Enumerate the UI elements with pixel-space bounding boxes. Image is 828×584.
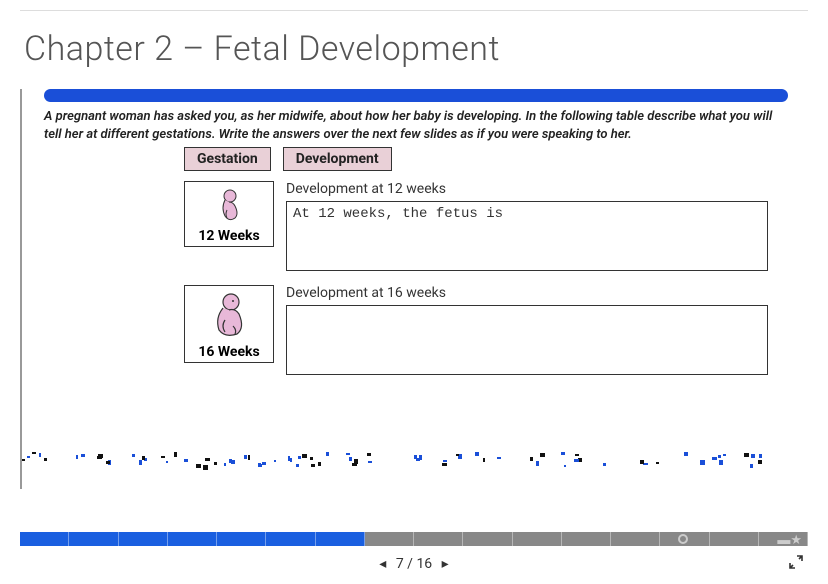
gestation-row: 12 Weeks Development at 12 weeks bbox=[184, 181, 808, 275]
development-column: Development at 16 weeks bbox=[286, 285, 768, 379]
progress-star-icon: ▬★ bbox=[777, 532, 802, 548]
development-title: Development at 16 weeks bbox=[286, 285, 768, 301]
chapter-title: Chapter 2 – Fetal Development bbox=[24, 29, 828, 69]
header-development: Development bbox=[283, 147, 392, 171]
slide-accent-bar bbox=[44, 89, 788, 102]
progress-segment[interactable] bbox=[119, 532, 168, 546]
progress-segment[interactable] bbox=[217, 532, 266, 546]
slide-pager: ◂ 7 / 16 ▸ bbox=[0, 556, 828, 572]
slide-container: A pregnant woman has asked you, as her m… bbox=[20, 89, 808, 489]
progress-segment[interactable] bbox=[562, 532, 611, 546]
gestation-box-12w: 12 Weeks bbox=[184, 181, 274, 247]
progress-segment[interactable] bbox=[611, 532, 660, 546]
instructions-text: A pregnant woman has asked you, as her m… bbox=[44, 108, 788, 143]
fetus-icon bbox=[215, 188, 243, 224]
gestation-label: 16 Weeks bbox=[187, 344, 271, 360]
fetus-icon bbox=[209, 292, 249, 340]
table-headers: Gestation Development bbox=[184, 147, 808, 171]
development-textarea-16w[interactable] bbox=[286, 305, 768, 375]
development-textarea-12w[interactable] bbox=[286, 201, 768, 271]
gestation-row: 16 Weeks Development at 16 weeks bbox=[184, 285, 808, 379]
progress-segment[interactable] bbox=[710, 532, 759, 546]
progress-segment[interactable] bbox=[266, 532, 315, 546]
progress-segment[interactable] bbox=[513, 532, 562, 546]
progress-segment[interactable] bbox=[20, 532, 69, 546]
fullscreen-icon[interactable] bbox=[788, 554, 804, 574]
header-gestation: Gestation bbox=[184, 147, 271, 171]
progress-track[interactable]: ▬★ bbox=[20, 532, 808, 546]
prev-slide-button[interactable]: ◂ bbox=[373, 556, 392, 572]
progress-segment[interactable] bbox=[414, 532, 463, 546]
pager-sep: / bbox=[407, 556, 413, 572]
progress-marker-icon bbox=[678, 534, 688, 544]
pager-current: 7 bbox=[396, 556, 404, 572]
progress-segment[interactable] bbox=[463, 532, 512, 546]
development-title: Development at 12 weeks bbox=[286, 181, 768, 197]
gestation-box-16w: 16 Weeks bbox=[184, 285, 274, 363]
gestation-label: 12 Weeks bbox=[187, 228, 271, 244]
decorative-noise bbox=[22, 451, 808, 467]
development-column: Development at 12 weeks bbox=[286, 181, 768, 275]
progress-segment[interactable] bbox=[365, 532, 414, 546]
progress-segment[interactable] bbox=[168, 532, 217, 546]
progress-segment[interactable] bbox=[316, 532, 365, 546]
pager-total: 16 bbox=[416, 556, 432, 572]
top-divider bbox=[20, 10, 808, 11]
progress-segment[interactable] bbox=[69, 532, 118, 546]
next-slide-button[interactable]: ▸ bbox=[436, 556, 455, 572]
